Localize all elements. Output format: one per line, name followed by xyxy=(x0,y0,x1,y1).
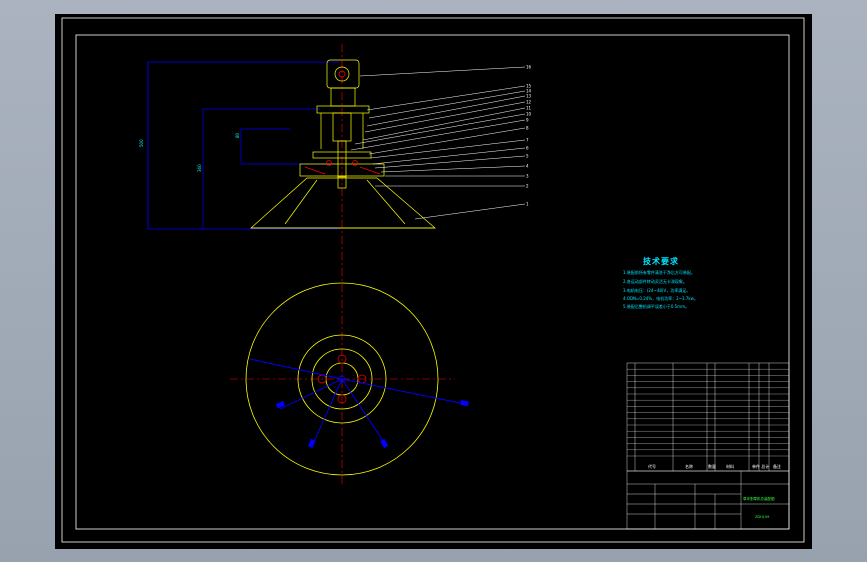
balloon-number: 8 xyxy=(526,126,529,131)
balloon-number: 7 xyxy=(526,138,529,143)
tech-requirement-1: 1.装配前所有零件清洗干净后方可装配。 xyxy=(623,270,695,275)
parts-header-material: 材料 xyxy=(726,464,734,469)
leader-line xyxy=(359,66,526,77)
leader-line xyxy=(366,95,526,127)
svg-text:360: 360 xyxy=(197,164,202,172)
leader-line xyxy=(374,155,526,169)
balloon-number: 5 xyxy=(526,154,529,159)
parts-header-code: 代号 xyxy=(648,464,656,469)
cad-drawing: 500 360 80 16151413121110987654321 xyxy=(61,17,805,543)
leader-line xyxy=(414,203,526,220)
balloon-number: 11 xyxy=(526,106,532,111)
dimension-lines xyxy=(147,61,340,230)
leader-line xyxy=(380,165,526,173)
parts-list-rows xyxy=(627,369,789,457)
tech-requirement-4: 4.ODN=0.24%，电机功率：2~3.7kw。 xyxy=(623,296,698,301)
drawing-number: ZDHJ-09 xyxy=(755,515,770,519)
balloon-number: 9 xyxy=(526,118,529,123)
balloon-number: 10 xyxy=(526,112,532,117)
parts-header-weight: 单件 总计 xyxy=(752,464,770,469)
tech-requirement-5: 5.装配后整机调平误差小于0.5mm。 xyxy=(623,304,689,309)
balloon-number: 16 xyxy=(526,65,532,70)
tech-requirement-2: 2.各运动部件转动灵活无卡滞现象。 xyxy=(623,279,687,284)
leader-line xyxy=(350,119,526,151)
drawing-sheet: 500 360 80 16 15 14 13 12 11 10 9 8 7 6 … xyxy=(55,14,812,549)
parts-header-name: 名称 xyxy=(685,464,693,469)
svg-text:500: 500 xyxy=(139,139,144,147)
leader-line xyxy=(368,90,526,119)
balloon-number: 13 xyxy=(526,94,532,99)
balloon-number: 3 xyxy=(526,174,529,179)
assembly-side-view xyxy=(250,59,436,229)
leader-line xyxy=(368,127,526,155)
drawing-name: 草坪割草机总装配图 xyxy=(743,497,775,501)
hatch-marks xyxy=(304,160,381,175)
leader-line xyxy=(372,147,526,165)
balloon-labels: 16151413121110987654321 xyxy=(526,65,532,207)
balloon-number: 6 xyxy=(526,146,529,151)
balloon-number: 12 xyxy=(526,100,532,105)
balloon-number: 1 xyxy=(526,202,529,207)
svg-text:80: 80 xyxy=(235,132,240,138)
parts-header-remark: 备注 xyxy=(773,464,781,469)
balloon-number: 2 xyxy=(526,184,529,189)
parts-list xyxy=(626,362,790,472)
leader-lines xyxy=(350,66,526,220)
tech-requirement-3: 3.电机电压：(24~48)V，功率满足。 xyxy=(623,288,691,293)
tech-requirements-title: 技术要求 xyxy=(643,257,679,266)
parts-header-qty: 数量 xyxy=(708,464,716,469)
balloon-number: 4 xyxy=(526,164,529,169)
dimension-labels: 500 360 80 xyxy=(139,132,240,172)
